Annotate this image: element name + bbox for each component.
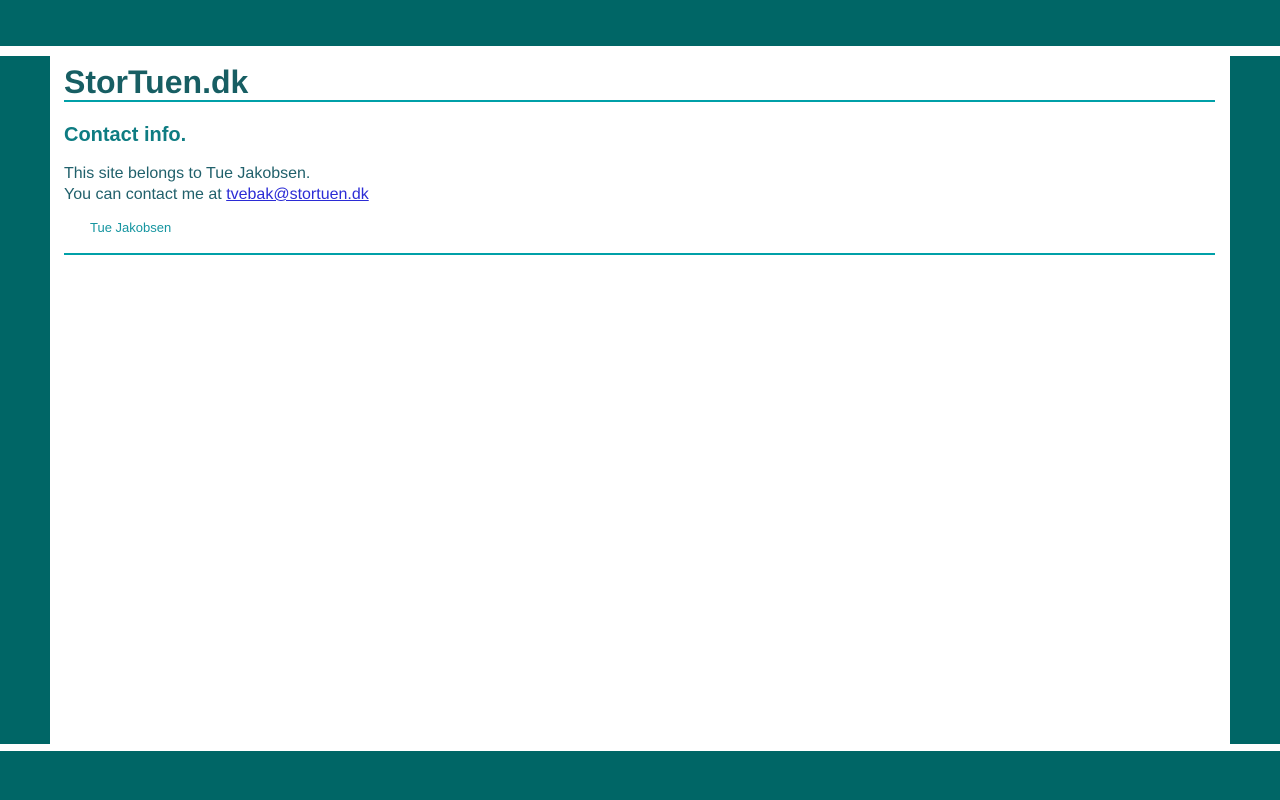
left-sidebar <box>0 56 50 744</box>
header-bar <box>0 0 1280 46</box>
email-link[interactable]: tvebak@stortuen.dk <box>226 186 369 203</box>
contact-info-heading: Contact info. <box>64 124 187 146</box>
owner-line: This site belongs to Tue Jakobsen. <box>64 165 311 182</box>
bottom-divider <box>64 253 1215 255</box>
footer-bar <box>0 751 1280 800</box>
contact-line-prefix: You can contact me at <box>64 186 227 203</box>
title-divider <box>64 100 1215 102</box>
contact-paragraph: This site belongs to Tue Jakobsen. You c… <box>64 163 1216 205</box>
right-sidebar <box>1230 56 1280 744</box>
signature: Tue Jakobsen <box>90 220 172 235</box>
content-area: StorTuen.dk Contact info. This site belo… <box>50 56 1230 744</box>
page-title: StorTuen.dk <box>64 64 249 100</box>
